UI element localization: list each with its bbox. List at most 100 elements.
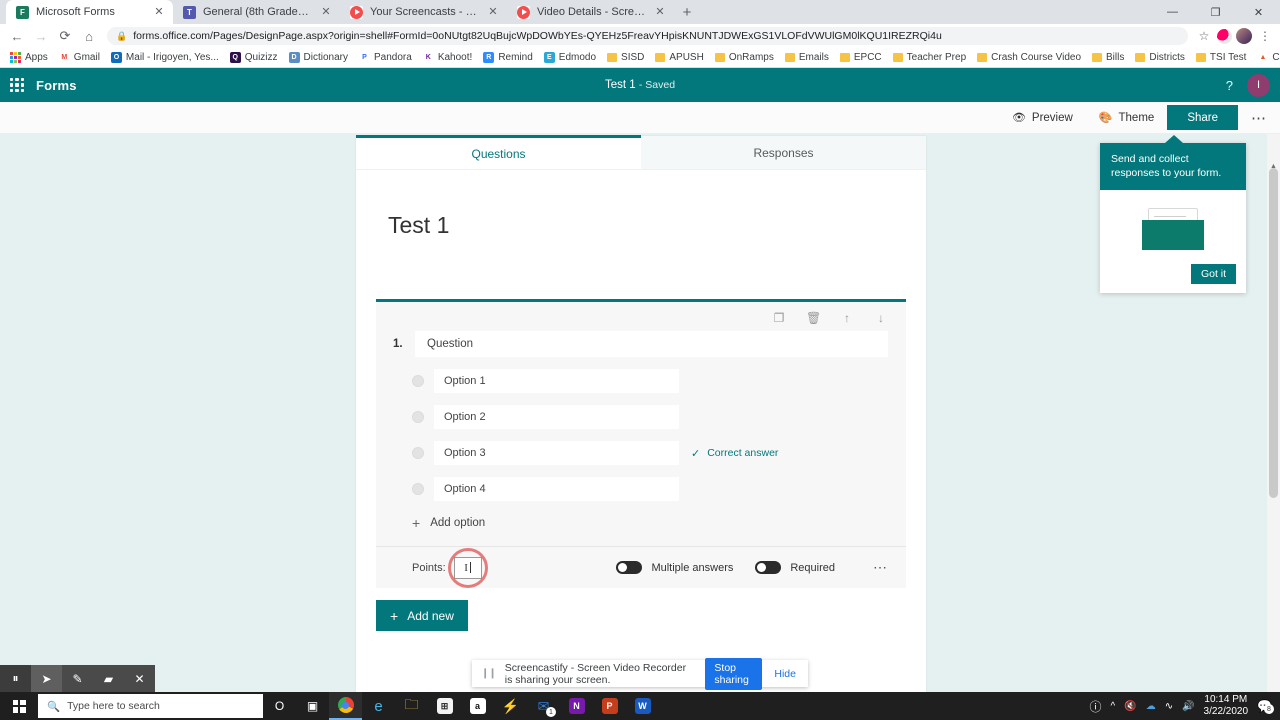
bookmark-apps[interactable]: Apps [5, 50, 53, 65]
extension-icon[interactable] [1217, 28, 1232, 44]
option-radio[interactable] [412, 411, 424, 423]
bookmark-bills[interactable]: Bills [1087, 50, 1129, 65]
required-toggle[interactable]: Required [755, 561, 835, 574]
bookmark-mail[interactable]: O Mail - Irigoyen, Yes... [106, 50, 224, 65]
show-hidden-icons-icon[interactable]: ^ [1111, 701, 1116, 712]
browser-tab-0[interactable]: F Microsoft Forms ✕ [6, 0, 173, 24]
reload-icon[interactable]: ⟳ [54, 25, 76, 47]
scrollbar-thumb[interactable] [1269, 168, 1278, 498]
bookmark-star-icon[interactable]: ☆ [1195, 27, 1213, 45]
bookmark-epcc[interactable]: EPCC [835, 50, 887, 65]
tab-close-icon[interactable]: ✕ [152, 5, 166, 19]
bookmark-apush[interactable]: APUSH [650, 50, 708, 65]
edge-icon[interactable]: e [362, 692, 395, 720]
bookmark-edmodo[interactable]: E Edmodo [539, 50, 601, 65]
preview-button[interactable]: 👁 Preview [999, 102, 1086, 133]
tab-questions[interactable]: Questions [356, 135, 641, 169]
bookmark-kahoot[interactable]: K Kahoot! [418, 50, 477, 65]
browser-tab-3[interactable]: Video Details - Screencastify ✕ [507, 0, 674, 24]
forward-icon[interactable]: → [30, 25, 52, 47]
word-icon[interactable]: W [626, 692, 659, 720]
bookmark-teacher-prep[interactable]: Teacher Prep [888, 50, 971, 65]
copy-question-icon[interactable]: ❐ [772, 311, 786, 325]
pen-tool-icon[interactable]: ✎ [62, 665, 93, 692]
option-radio[interactable] [412, 483, 424, 495]
help-icon[interactable]: ? [1226, 78, 1233, 93]
question-input[interactable]: Question [415, 331, 888, 357]
bookmark-tsi-test[interactable]: TSI Test [1191, 50, 1252, 65]
start-button[interactable] [0, 692, 38, 720]
option-input[interactable]: Option 3 [434, 441, 679, 465]
minimize-button[interactable]: — [1151, 0, 1194, 24]
network-icon[interactable]: ∿ [1165, 701, 1173, 712]
microsoft-store-icon[interactable]: ⊞ [428, 692, 461, 720]
app-launcher-icon[interactable] [10, 78, 24, 92]
bookmark-pandora[interactable]: P Pandora [354, 50, 417, 65]
onedrive-icon[interactable]: ☁ [1146, 701, 1156, 712]
bookmark-quizizz[interactable]: Q Quizizz [225, 50, 283, 65]
address-bar[interactable]: 🔒 forms.office.com/Pages/DesignPage.aspx… [107, 27, 1188, 45]
close-tool-icon[interactable]: ✕ [124, 665, 155, 692]
notifications-icon[interactable]: 💬8 [1257, 699, 1274, 714]
task-view-icon[interactable]: ▣ [296, 692, 329, 720]
back-icon[interactable]: ← [6, 25, 28, 47]
powerpoint-icon[interactable]: P [593, 692, 626, 720]
bookmark-districts[interactable]: Districts [1130, 50, 1190, 65]
volume-muted-icon[interactable]: 🔇 [1124, 701, 1136, 712]
chrome-icon[interactable] [329, 692, 362, 720]
avatar[interactable]: I [1247, 73, 1270, 97]
points-input[interactable]: I [447, 547, 488, 588]
move-down-icon[interactable]: ↓ [874, 311, 888, 325]
option-radio[interactable] [412, 375, 424, 387]
option-input[interactable]: Option 1 [434, 369, 679, 393]
page-scrollbar[interactable]: ▲ [1267, 134, 1280, 692]
question-overflow-icon[interactable]: ⋯ [873, 559, 888, 576]
toggle-switch[interactable] [616, 561, 643, 574]
new-tab-button[interactable]: + [674, 0, 700, 24]
bookmark-remind[interactable]: R Remind [478, 50, 537, 65]
got-it-button[interactable]: Got it [1191, 264, 1236, 285]
cursor-tool-icon[interactable]: ➤ [31, 665, 62, 692]
hide-button[interactable]: Hide [771, 668, 799, 680]
toggle-switch[interactable] [755, 561, 782, 574]
close-window-button[interactable]: ✕ [1237, 0, 1280, 24]
bookmark-emails[interactable]: Emails [780, 50, 834, 65]
bookmark-chrome-store[interactable]: ▲ Chrome Store [1252, 50, 1280, 65]
amazon-icon[interactable]: a [461, 692, 494, 720]
add-new-button[interactable]: + Add new [376, 600, 468, 631]
tab-close-icon[interactable]: ✕ [319, 5, 333, 19]
cortana-icon[interactable]: O [263, 692, 296, 720]
stop-sharing-button[interactable]: Stop sharing [705, 657, 763, 690]
option-radio[interactable] [412, 447, 424, 459]
multiple-answers-toggle[interactable]: Multiple answers [616, 561, 733, 574]
theme-button[interactable]: 🎨 Theme [1086, 102, 1168, 133]
lightning-icon[interactable]: ⚡ [494, 692, 527, 720]
browser-tab-2[interactable]: Your Screencasts - Screencastify ✕ [340, 0, 507, 24]
option-input[interactable]: Option 4 [434, 477, 679, 501]
pause-tool-icon[interactable]: ⏸ [0, 665, 31, 692]
home-icon[interactable]: ⌂ [78, 25, 100, 47]
eraser-tool-icon[interactable]: ▰ [93, 665, 124, 692]
tab-close-icon[interactable]: ✕ [653, 5, 667, 19]
mail-icon[interactable]: ✉ 1 [527, 692, 560, 720]
maximize-button[interactable]: ❐ [1194, 0, 1237, 24]
bookmark-sisd[interactable]: SISD [602, 50, 649, 65]
bookmark-gmail[interactable]: M Gmail [54, 50, 105, 65]
forms-brand[interactable]: Forms [36, 78, 77, 93]
file-explorer-icon[interactable]: 🗀 [395, 692, 428, 720]
clock[interactable]: 10:14 PM 3/22/2020 [1204, 694, 1249, 719]
bookmark-dictionary[interactable]: D Dictionary [284, 50, 353, 65]
bookmark-onramps[interactable]: OnRamps [710, 50, 779, 65]
bookmark-crash-course-video[interactable]: Crash Course Video [972, 50, 1086, 65]
chrome-menu-icon[interactable]: ⋮ [1256, 27, 1274, 45]
more-options-icon[interactable]: ⋯ [1238, 102, 1280, 133]
security-warning-icon[interactable]: ⓘ [1090, 698, 1102, 715]
onenote-icon[interactable]: N [560, 692, 593, 720]
delete-question-icon[interactable]: 🗑 [806, 311, 821, 325]
search-input[interactable]: 🔍 Type here to search [38, 694, 263, 718]
profile-avatar[interactable] [1236, 28, 1252, 44]
page-title[interactable]: Test 1 [388, 212, 894, 239]
add-option-button[interactable]: + Add option [376, 513, 906, 546]
option-input[interactable]: Option 2 [434, 405, 679, 429]
share-button[interactable]: Share [1167, 105, 1238, 130]
